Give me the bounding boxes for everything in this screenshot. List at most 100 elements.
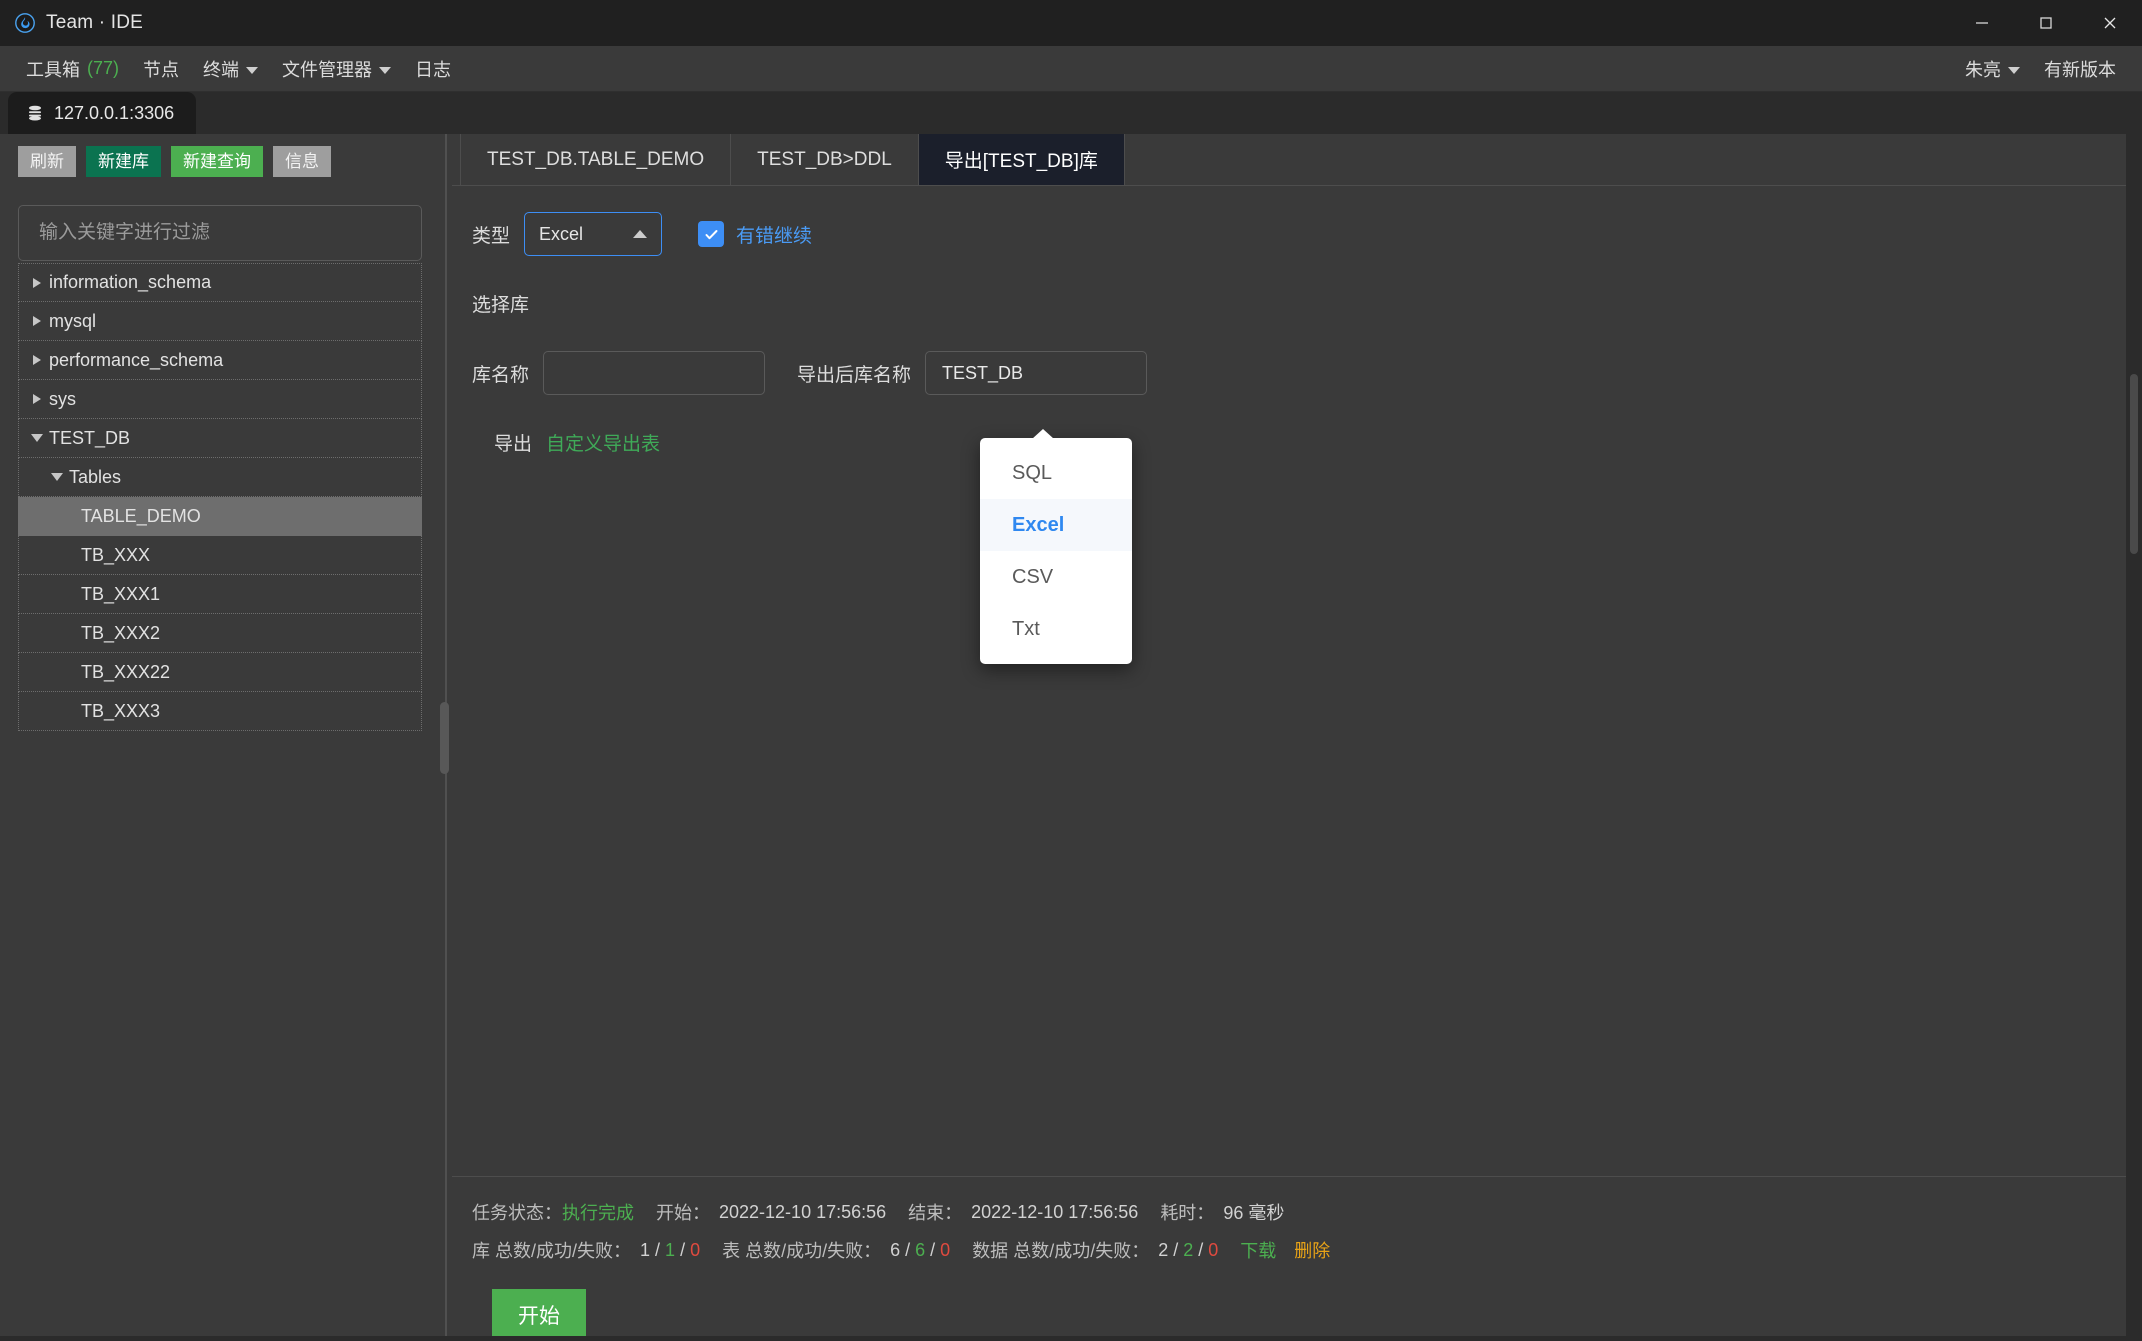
continue-on-error-checkbox[interactable] bbox=[698, 221, 725, 247]
tree-item-information_schema[interactable]: information_schema bbox=[18, 263, 422, 303]
menu-item-terminal[interactable]: 终端 bbox=[191, 50, 270, 88]
chevron-right-icon[interactable] bbox=[25, 316, 49, 327]
chevron-right-icon[interactable] bbox=[25, 355, 49, 366]
type-label: 类型 bbox=[472, 225, 511, 247]
table-ok: 6 bbox=[915, 1239, 926, 1260]
window-titlebar: Team · IDE bbox=[0, 0, 2142, 46]
custom-export-table-link[interactable]: 自定义导出表 bbox=[546, 429, 660, 456]
start-time-value: 2022-12-10 17:56:56 bbox=[719, 1201, 887, 1222]
window-controls bbox=[1950, 0, 2142, 46]
tab-test-db-table-demo[interactable]: TEST_DB.TABLE_DEMO bbox=[460, 134, 732, 185]
elapsed-value: 96 毫秒 bbox=[1223, 1203, 1285, 1223]
tree-item-sys[interactable]: sys bbox=[18, 380, 422, 420]
dropdown-option-sql[interactable]: SQL bbox=[980, 447, 1132, 499]
tree-item-label: TB_XXX bbox=[81, 544, 151, 565]
menu-item-terminal-label: 终端 bbox=[203, 59, 240, 80]
chevron-down-icon bbox=[2008, 66, 2020, 74]
export-db-name-input[interactable] bbox=[925, 351, 1148, 395]
titlebar-left-group: Team · IDE bbox=[0, 12, 143, 34]
body-split: 刷新 新建库 新建查询 信息 information_schema mysql … bbox=[0, 134, 2142, 1341]
tree-item-label: performance_schema bbox=[49, 349, 224, 370]
update-available-button[interactable]: 有新版本 bbox=[2032, 50, 2128, 88]
tree-item-label: Tables bbox=[69, 466, 122, 487]
tab-export-test-db[interactable]: 导出[TEST_DB]库 bbox=[918, 134, 1125, 185]
filter-input[interactable] bbox=[39, 222, 401, 245]
db-total: 1 bbox=[640, 1239, 651, 1260]
info-button[interactable]: 信息 bbox=[273, 146, 331, 178]
tree-item-test_db[interactable]: TEST_DB bbox=[18, 419, 422, 459]
user-menu[interactable]: 朱亮 bbox=[1953, 50, 2032, 88]
tree-item-tb_xxx[interactable]: TB_XXX bbox=[18, 536, 422, 576]
export-form: 类型 Excel 有错继续 选择库 库名称 导出后库名称 TEST_DB 导出 … bbox=[452, 186, 2142, 1176]
dropdown-option-csv[interactable]: CSV bbox=[980, 551, 1132, 603]
db-name-label: 库名称 bbox=[472, 364, 530, 386]
menu-item-file-manager[interactable]: 文件管理器 bbox=[270, 50, 403, 88]
menu-item-logs[interactable]: 日志 bbox=[403, 50, 463, 88]
chevron-down-icon[interactable] bbox=[25, 434, 49, 443]
db-ok: 1 bbox=[665, 1239, 676, 1260]
tree-item-label: TABLE_DEMO bbox=[81, 505, 201, 526]
type-select-value: Excel bbox=[539, 223, 584, 244]
form-row-select-db: 选择库 bbox=[452, 290, 2142, 317]
minimize-icon[interactable] bbox=[1950, 0, 2014, 46]
tree-item-tb_xxx3[interactable]: TB_XXX3 bbox=[18, 692, 422, 732]
tree-item-tb_xxx2[interactable]: TB_XXX2 bbox=[18, 614, 422, 654]
editor-tabstrip: TEST_DB.TABLE_DEMO TEST_DB>DDL 导出[TEST_D… bbox=[452, 134, 2142, 186]
tree-item-table_demo[interactable]: TABLE_DEMO bbox=[18, 497, 422, 537]
data-fail: 0 bbox=[1208, 1239, 1219, 1260]
end-time-label: 结束： bbox=[908, 1203, 963, 1223]
menu-item-toolbox[interactable]: 工具箱 (77) bbox=[14, 50, 131, 88]
chevron-down-icon[interactable] bbox=[45, 473, 69, 482]
db-name-input[interactable] bbox=[543, 351, 766, 395]
scrollbar-thumb[interactable] bbox=[2130, 374, 2138, 554]
tree-item-performance_schema[interactable]: performance_schema bbox=[18, 341, 422, 381]
db-sidebar: 刷新 新建库 新建查询 信息 information_schema mysql … bbox=[0, 134, 440, 1341]
delete-link[interactable]: 删除 bbox=[1294, 1237, 1330, 1263]
splitter-grip[interactable] bbox=[440, 701, 449, 774]
tab-test-db-ddl[interactable]: TEST_DB>DDL bbox=[731, 134, 919, 185]
start-button[interactable]: 开始 bbox=[492, 1289, 586, 1341]
tree-item-label: TB_XXX1 bbox=[81, 583, 161, 604]
continue-on-error-group[interactable]: 有错继续 bbox=[698, 221, 812, 248]
main-vertical-scrollbar[interactable] bbox=[2126, 134, 2142, 1341]
db-counts-label: 库 总数/成功/失败： bbox=[472, 1241, 632, 1261]
table-total: 6 bbox=[890, 1239, 901, 1260]
maximize-icon[interactable] bbox=[2014, 0, 2078, 46]
menu-item-toolbox-count: (77) bbox=[87, 58, 120, 78]
close-icon[interactable] bbox=[2078, 0, 2142, 46]
filter-box[interactable] bbox=[18, 205, 422, 262]
form-row-db-name: 库名称 导出后库名称 bbox=[452, 351, 2142, 395]
tree-item-label: mysql bbox=[49, 310, 97, 331]
menu-item-nodes-label: 节点 bbox=[143, 59, 180, 80]
data-ok: 2 bbox=[1183, 1239, 1194, 1260]
connection-tab-label: 127.0.0.1:3306 bbox=[54, 102, 175, 123]
refresh-button[interactable]: 刷新 bbox=[18, 146, 76, 178]
new-query-button[interactable]: 新建查询 bbox=[171, 146, 263, 178]
panel-splitter[interactable] bbox=[440, 134, 452, 1341]
db-fail: 0 bbox=[690, 1239, 701, 1260]
download-link[interactable]: 下载 bbox=[1240, 1237, 1276, 1263]
chevron-right-icon[interactable] bbox=[25, 394, 49, 405]
data-total: 2 bbox=[1158, 1239, 1169, 1260]
type-select[interactable]: Excel bbox=[524, 212, 663, 256]
form-row-type: 类型 Excel 有错继续 bbox=[452, 212, 2142, 256]
export-db-name-label: 导出后库名称 bbox=[797, 364, 912, 386]
chevron-down-icon bbox=[379, 66, 392, 74]
connection-tab[interactable]: 127.0.0.1:3306 bbox=[8, 92, 197, 134]
table-counts-label: 表 总数/成功/失败： bbox=[722, 1241, 882, 1261]
tree-item-label: sys bbox=[49, 388, 76, 409]
update-available-label: 有新版本 bbox=[2044, 59, 2116, 80]
tree-item-tb_xxx22[interactable]: TB_XXX22 bbox=[18, 653, 422, 693]
dropdown-option-excel[interactable]: Excel bbox=[980, 499, 1132, 551]
dropdown-option-txt[interactable]: Txt bbox=[980, 603, 1132, 655]
chevron-right-icon[interactable] bbox=[25, 277, 49, 288]
menu-item-nodes[interactable]: 节点 bbox=[131, 50, 191, 88]
data-counts-label: 数据 总数/成功/失败： bbox=[972, 1241, 1150, 1261]
main-menubar: 工具箱 (77) 节点 终端 文件管理器 日志 朱亮 有新版本 bbox=[0, 46, 2142, 92]
form-row-export-table: 导出 自定义导出表 bbox=[452, 429, 2142, 456]
new-database-button[interactable]: 新建库 bbox=[86, 146, 161, 178]
tree-item-mysql[interactable]: mysql bbox=[18, 302, 422, 342]
window-bottom-edge bbox=[0, 1336, 2142, 1341]
tree-item-tb_xxx1[interactable]: TB_XXX1 bbox=[18, 575, 422, 615]
tree-item-tables[interactable]: Tables bbox=[18, 458, 422, 498]
